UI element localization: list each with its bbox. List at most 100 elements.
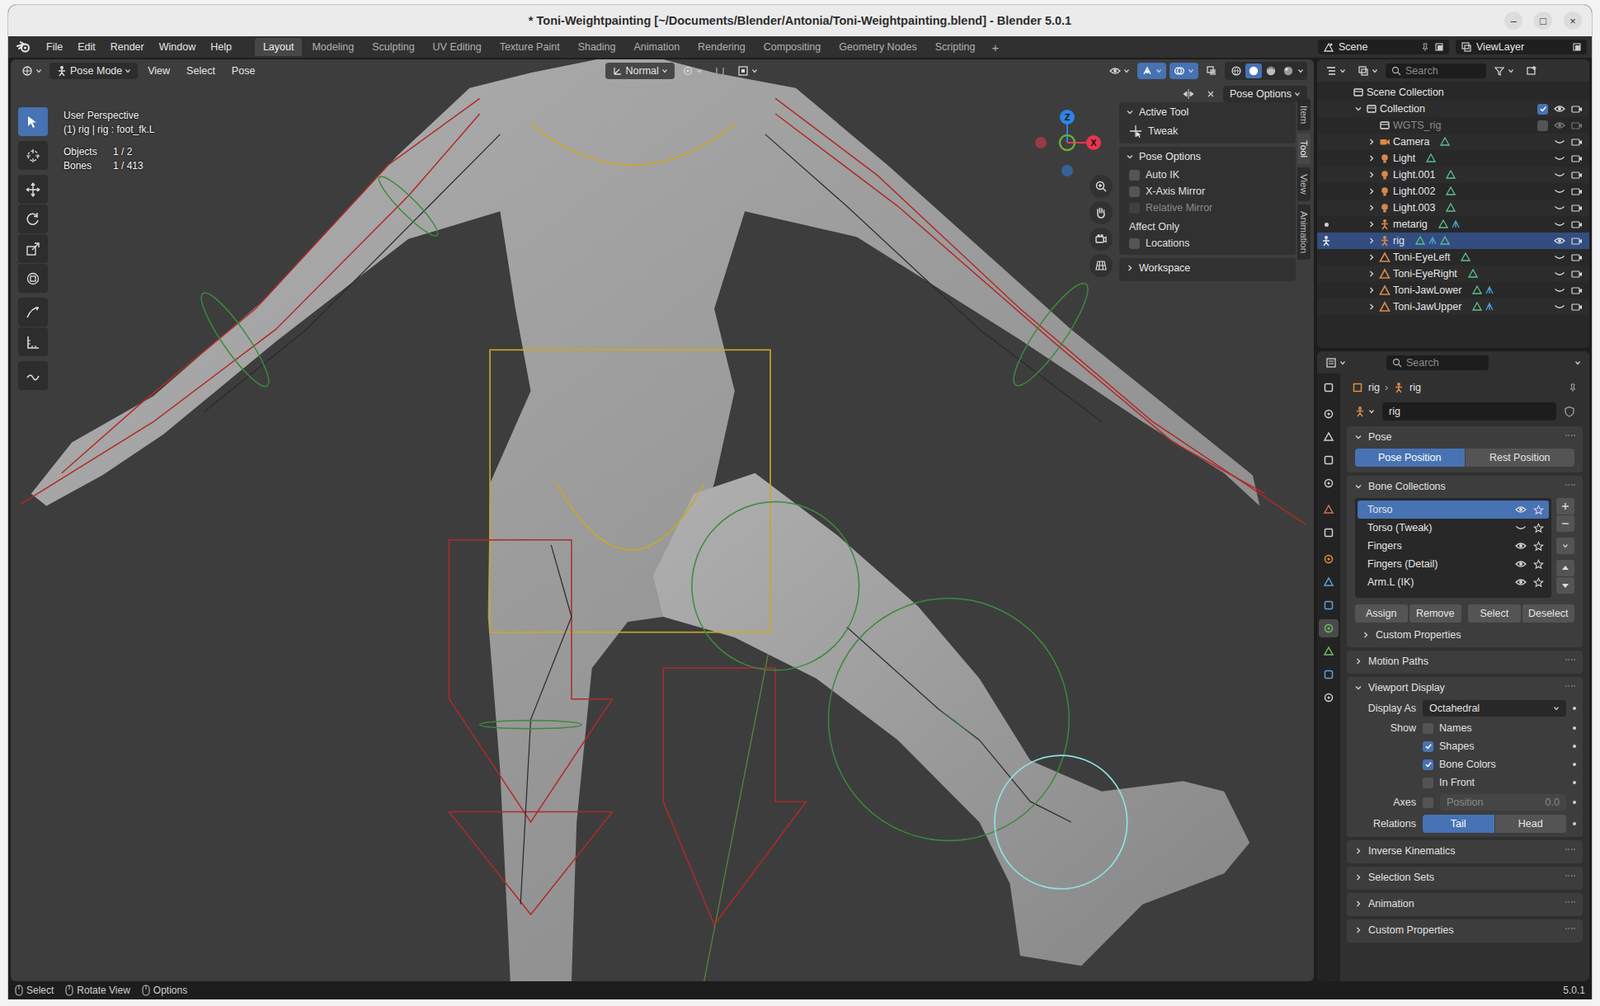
panel-header[interactable]: Animation bbox=[1346, 893, 1583, 914]
display-as-dropdown[interactable]: Octahedral bbox=[1422, 700, 1567, 717]
outliner-item-name[interactable]: Toni-EyeLeft bbox=[1392, 251, 1450, 264]
workspace-tab[interactable]: Modeling bbox=[303, 37, 363, 57]
outliner-item-name[interactable]: Collection bbox=[1379, 103, 1426, 115]
segment-button[interactable]: Rest Position bbox=[1465, 448, 1576, 467]
panel-title[interactable]: Selection Sets bbox=[1368, 871, 1435, 884]
outliner-row[interactable]: Light.003 bbox=[1317, 199, 1590, 217]
action-button[interactable]: Deselect bbox=[1522, 604, 1576, 623]
subpanel-title[interactable]: Custom Properties bbox=[1375, 629, 1462, 641]
pose-options-label[interactable]: Pose Options bbox=[1229, 88, 1292, 100]
properties-tab[interactable] bbox=[1318, 474, 1339, 493]
data-icon[interactable] bbox=[1415, 235, 1426, 246]
option-checkbox-row[interactable]: Auto IK bbox=[1119, 166, 1296, 184]
action-button[interactable]: Select bbox=[1468, 604, 1521, 623]
window-control-button[interactable]: □ bbox=[1534, 11, 1553, 30]
specials-menu-button[interactable] bbox=[1556, 537, 1575, 555]
panel-title[interactable]: Workspace bbox=[1138, 262, 1191, 274]
data-icon[interactable] bbox=[1472, 285, 1483, 296]
properties-tab[interactable] bbox=[1318, 428, 1339, 447]
data-icon[interactable] bbox=[1468, 268, 1478, 279]
xray-toggle[interactable] bbox=[1201, 62, 1222, 80]
outliner-item-name[interactable]: Toni-JawLower bbox=[1392, 284, 1462, 297]
add-collection-button[interactable] bbox=[1556, 498, 1575, 515]
properties-tab[interactable] bbox=[1318, 523, 1339, 542]
outliner-row[interactable]: Toni-JawLower bbox=[1317, 282, 1590, 299]
overlay-toggle[interactable] bbox=[1169, 62, 1199, 80]
eye-closed-icon[interactable] bbox=[1553, 269, 1566, 278]
panel-header[interactable]: Motion Paths bbox=[1346, 650, 1583, 672]
expand-toggle[interactable] bbox=[1366, 236, 1377, 245]
sidebar-tab[interactable]: View bbox=[1297, 167, 1311, 202]
checkbox[interactable] bbox=[1422, 759, 1434, 771]
bone-collection-name[interactable]: Torso (Tweak) bbox=[1367, 522, 1509, 534]
eye-open-icon[interactable] bbox=[1553, 236, 1566, 245]
shading-mode-button[interactable] bbox=[1280, 63, 1297, 79]
expand-toggle[interactable] bbox=[1366, 253, 1377, 262]
expand-toggle[interactable] bbox=[1366, 286, 1377, 295]
show-option-checkbox[interactable]: Names bbox=[1422, 722, 1567, 735]
data-icon[interactable] bbox=[1440, 136, 1450, 147]
panel-title[interactable]: Inverse Kinematics bbox=[1368, 845, 1456, 857]
shading-mode-button[interactable] bbox=[1245, 63, 1262, 79]
workspace-tab[interactable]: Rendering bbox=[689, 37, 754, 57]
workspace-tab[interactable]: Animation bbox=[625, 37, 689, 57]
number-label[interactable]: Position bbox=[1446, 796, 1483, 809]
tool-button[interactable] bbox=[18, 327, 48, 357]
outliner-item-name[interactable]: Toni-EyeRight bbox=[1392, 268, 1458, 280]
window-control-button[interactable]: – bbox=[1504, 11, 1523, 30]
drag-grip[interactable] bbox=[1565, 927, 1576, 933]
properties-search[interactable]: Search bbox=[1386, 355, 1489, 371]
properties-tab[interactable] bbox=[1318, 404, 1339, 424]
keyframe-dot[interactable] bbox=[1572, 822, 1577, 826]
snap-target-dropdown[interactable] bbox=[733, 62, 763, 80]
drag-grip[interactable] bbox=[1565, 434, 1576, 440]
eye-closed-icon[interactable] bbox=[1553, 187, 1566, 196]
tool-settings-close-button[interactable] bbox=[1201, 86, 1220, 102]
option-label[interactable]: Bone Colors bbox=[1439, 758, 1497, 771]
show-option-checkbox[interactable]: Shapes bbox=[1422, 740, 1567, 753]
sidebar-tab[interactable]: Animation bbox=[1297, 204, 1311, 260]
properties-tab[interactable] bbox=[1318, 596, 1339, 615]
mode-dropdown[interactable]: Pose Mode bbox=[49, 62, 138, 80]
panel-title[interactable]: Active Tool bbox=[1138, 106, 1189, 118]
bone-collection-row[interactable]: Torso (Tweak) bbox=[1357, 518, 1549, 537]
properties-tab[interactable] bbox=[1318, 573, 1339, 592]
pose-options-dropdown[interactable]: Pose Options bbox=[1223, 85, 1308, 103]
show-option-checkbox[interactable]: In Front bbox=[1422, 776, 1567, 789]
dropdown-value[interactable]: Octahedral bbox=[1429, 702, 1480, 715]
star-icon[interactable] bbox=[1533, 522, 1544, 534]
render-camera-icon[interactable] bbox=[1571, 137, 1583, 146]
option-label[interactable]: Shapes bbox=[1439, 740, 1474, 753]
sidebar-tab[interactable]: Tool bbox=[1297, 133, 1311, 165]
panel-title[interactable]: Pose bbox=[1368, 431, 1393, 443]
panel-header[interactable]: Bone Collections bbox=[1346, 475, 1583, 497]
data-icon[interactable] bbox=[1438, 219, 1449, 230]
outliner-row[interactable]: Toni-EyeRight bbox=[1317, 265, 1590, 283]
properties-tab[interactable] bbox=[1318, 451, 1339, 470]
zoom-button[interactable] bbox=[1089, 174, 1113, 198]
data-icon[interactable] bbox=[1445, 202, 1456, 213]
render-camera-icon[interactable] bbox=[1571, 170, 1583, 179]
drag-grip[interactable] bbox=[1565, 901, 1576, 907]
3d-viewport[interactable]: Pose Mode ViewSelectPose Normal Pose Opt… bbox=[10, 59, 1314, 982]
action-button[interactable]: Assign bbox=[1355, 604, 1408, 623]
outliner-row[interactable]: Scene Collection bbox=[1317, 84, 1590, 101]
workspace-tab[interactable]: Compositing bbox=[755, 37, 829, 57]
search-placeholder[interactable]: Search bbox=[1406, 357, 1440, 369]
eye-open-icon[interactable] bbox=[1515, 578, 1527, 587]
drag-grip[interactable] bbox=[1565, 484, 1576, 490]
workspace-tab[interactable]: Geometry Nodes bbox=[830, 37, 925, 57]
expand-toggle[interactable] bbox=[1366, 137, 1377, 146]
option-label[interactable]: Locations bbox=[1145, 237, 1191, 250]
eye-closed-icon[interactable] bbox=[1553, 302, 1566, 311]
outliner-row[interactable]: Light.001 bbox=[1317, 166, 1590, 184]
expand-toggle[interactable] bbox=[1366, 154, 1377, 163]
orientation-dropdown[interactable]: Normal bbox=[605, 62, 675, 80]
bone-collection-row[interactable]: Torso bbox=[1357, 500, 1549, 519]
checkbox[interactable] bbox=[1537, 103, 1549, 115]
panel-title[interactable]: Motion Paths bbox=[1368, 655, 1429, 668]
options-dropdown[interactable] bbox=[1570, 357, 1586, 369]
display-mode-dropdown[interactable] bbox=[1353, 62, 1383, 80]
keyframe-dot[interactable] bbox=[1572, 744, 1577, 749]
option-checkbox-row[interactable]: Locations bbox=[1119, 235, 1296, 252]
